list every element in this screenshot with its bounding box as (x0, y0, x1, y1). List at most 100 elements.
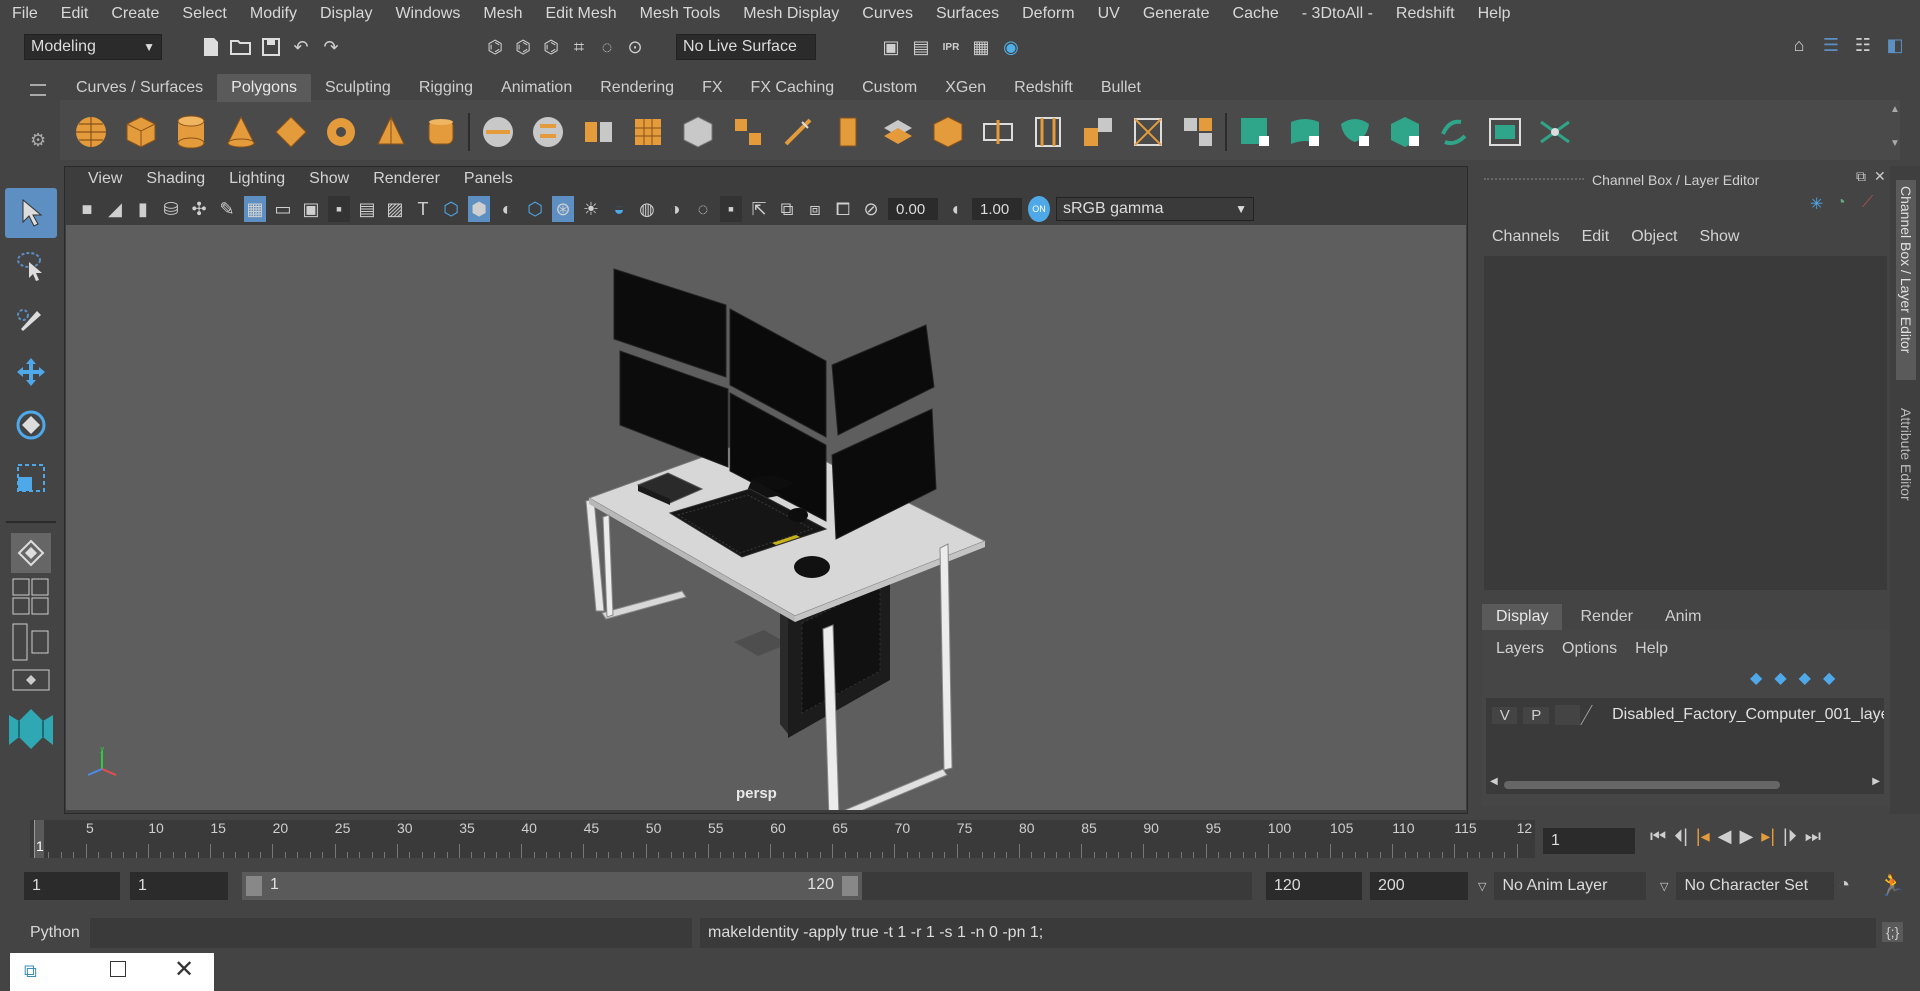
wireframe-on-shaded-icon[interactable]: ◐ (496, 196, 518, 222)
layers-menu[interactable]: Layers (1496, 640, 1544, 658)
menu-cache[interactable]: Cache (1221, 5, 1290, 23)
depth-of-field-icon[interactable]: ◌ (692, 196, 714, 222)
speed-icon[interactable]: ◔ (1836, 194, 1846, 212)
play-backwards-icon[interactable]: ◀ (1718, 826, 1732, 847)
use-all-lights-icon[interactable]: ⊛ (552, 196, 574, 222)
hypershade-icon[interactable]: ◉ (998, 34, 1024, 60)
shelf-tab-animation[interactable]: Animation (487, 74, 586, 102)
menu-windows[interactable]: Windows (383, 5, 471, 23)
menu-uv[interactable]: UV (1086, 5, 1131, 23)
wireframe-icon[interactable]: ⬡ (440, 196, 462, 222)
tab-render[interactable]: Render (1566, 604, 1646, 630)
manipulator-icon[interactable]: ✳ (1810, 194, 1823, 214)
menu-redshift[interactable]: Redshift (1384, 5, 1466, 23)
script-editor-icon[interactable]: {;} (1882, 922, 1904, 942)
scene-end-field[interactable]: 200 (1370, 872, 1468, 900)
uv-cylindrical-icon[interactable] (1282, 112, 1327, 152)
layer-row[interactable]: V P Disabled_Factory_Computer_001_laye (1486, 702, 1884, 728)
camera-icon[interactable]: ■ (76, 196, 98, 222)
lasso-tool-icon[interactable] (5, 241, 57, 291)
layer-name[interactable]: Disabled_Factory_Computer_001_laye (1612, 706, 1884, 724)
save-scene-icon[interactable] (258, 34, 284, 60)
menu-generate[interactable]: Generate (1131, 5, 1221, 23)
four-view-layout-icon[interactable] (5, 576, 57, 618)
extrude-icon[interactable] (825, 112, 870, 152)
graph-layout-icon[interactable] (5, 666, 57, 696)
poly-sphere-icon[interactable] (68, 112, 113, 152)
shelf-menu-icon[interactable] (30, 84, 46, 96)
scroll-right-icon[interactable]: ▶ (1872, 776, 1880, 787)
move-tool-icon[interactable] (5, 347, 57, 397)
shelf-tab-sculpting[interactable]: Sculpting (311, 74, 405, 102)
xray-icon[interactable]: ⇱ (748, 196, 770, 222)
options-menu[interactable]: Options (1562, 640, 1617, 658)
scene-start-field[interactable]: 1 (24, 872, 120, 900)
poly-cone-icon[interactable] (218, 112, 263, 152)
new-layer-selected-icon[interactable]: ◆ (1823, 668, 1835, 688)
maya-logo-icon[interactable] (5, 704, 57, 754)
step-forward-frame-icon[interactable]: |⏵ (1783, 826, 1797, 847)
bevel-icon[interactable] (875, 112, 920, 152)
uv-layout-icon[interactable] (1532, 112, 1577, 152)
gate-mask-icon[interactable]: ▪ (328, 196, 350, 222)
uv-automatic-icon[interactable] (1382, 112, 1427, 152)
close-icon[interactable]: ✕ (174, 955, 194, 984)
grid-icon[interactable]: ▦ (244, 196, 266, 222)
preferences-icon[interactable]: 🏃 (1878, 872, 1905, 898)
shelf-settings-icon[interactable]: ⚙ (30, 130, 46, 151)
shelf-tab-bullet[interactable]: Bullet (1087, 74, 1155, 102)
script-language-label[interactable]: Python (30, 924, 80, 942)
poly-plane-icon[interactable] (318, 112, 363, 152)
gamma-field[interactable]: 1.00 (972, 198, 1022, 220)
shelf-tab-custom[interactable]: Custom (848, 74, 931, 102)
resolution-gate-icon[interactable]: ▣ (300, 196, 322, 222)
field-chart-icon[interactable]: ▤ (356, 196, 378, 222)
character-set-dropdown[interactable]: ▽ No Character Set (1660, 872, 1838, 900)
tab-anim[interactable]: Anim (1651, 604, 1715, 630)
shadows-icon[interactable]: ☀ (580, 196, 602, 222)
mode-dropdown[interactable]: Modeling ▼ (24, 34, 162, 60)
select-hierarchy-icon[interactable]: ⌬ (482, 34, 508, 60)
poly-torus-icon[interactable] (268, 112, 313, 152)
select-component-icon[interactable]: ⌬ (538, 34, 564, 60)
merge-icon[interactable] (1125, 112, 1170, 152)
2d-pan-zoom-icon[interactable]: ✣ (188, 196, 210, 222)
range-slider-start-handle[interactable] (246, 876, 262, 896)
menu-curves[interactable]: Curves (850, 5, 924, 23)
new-scene-icon[interactable] (198, 34, 224, 60)
scroll-left-icon[interactable]: ◀ (1490, 776, 1498, 787)
viewport-menu-view[interactable]: View (76, 170, 134, 192)
ipr-render-icon[interactable]: IPR (938, 34, 964, 60)
shelf-tab-fx-caching[interactable]: FX Caching (737, 74, 849, 102)
safe-title-icon[interactable]: T (412, 196, 434, 222)
help-menu[interactable]: Help (1635, 640, 1668, 658)
fill-hole-icon[interactable] (925, 112, 970, 152)
uv-unfold-icon[interactable] (1432, 112, 1477, 152)
menu-surfaces[interactable]: Surfaces (924, 5, 1010, 23)
play-forwards-icon[interactable]: ▶ (1739, 826, 1753, 847)
menu-help[interactable]: Help (1466, 5, 1522, 23)
edit-menu[interactable]: Edit (1582, 228, 1610, 246)
image-plane-icon[interactable]: ⛁ (160, 196, 182, 222)
playback-start-field[interactable]: 1 (130, 872, 228, 900)
exposure-field[interactable]: 0.00 (888, 198, 938, 220)
shelf-tab-rendering[interactable]: Rendering (586, 74, 688, 102)
render-settings-icon[interactable]: ▦ (968, 34, 994, 60)
color-space-dropdown[interactable]: sRGB gamma ▼ (1056, 197, 1254, 221)
xray-joints-icon[interactable]: ⧉ (776, 196, 798, 222)
viewport-menu-panels[interactable]: Panels (452, 170, 525, 192)
uv-planar-icon[interactable] (1232, 112, 1277, 152)
color-management-icon[interactable]: ON (1028, 196, 1050, 222)
step-forward-key-icon[interactable]: ▸| (1761, 826, 1775, 847)
side-tab-channel-box[interactable]: Channel Box / Layer Editor (1896, 180, 1916, 380)
menu-mesh-display[interactable]: Mesh Display (731, 5, 850, 23)
separate-icon[interactable] (525, 112, 570, 152)
show-menu[interactable]: Show (1699, 228, 1739, 246)
go-to-end-icon[interactable]: ⏭ (1805, 826, 1821, 847)
anti-aliasing-icon[interactable]: ◑ (664, 196, 686, 222)
maximize-icon[interactable] (110, 961, 126, 977)
camera-attributes-icon[interactable]: ◢ (104, 196, 126, 222)
app-restore-icon[interactable]: ⧉ (24, 961, 54, 983)
bridge-icon[interactable] (725, 112, 770, 152)
open-scene-icon[interactable] (228, 34, 254, 60)
